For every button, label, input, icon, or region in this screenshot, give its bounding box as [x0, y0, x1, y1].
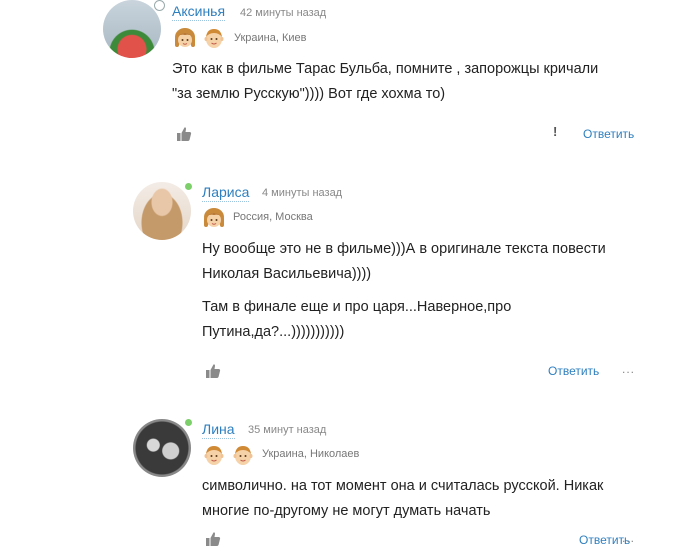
timestamp: 42 минуты назад — [240, 7, 327, 19]
avatar[interactable] — [133, 182, 191, 240]
report-button[interactable]: ! — [553, 124, 557, 139]
comment-text: Ну вообще это не в фильме)))А в оригинал… — [202, 237, 622, 345]
thumbs-up-icon[interactable] — [176, 126, 192, 142]
location: Украина, Киев — [234, 32, 307, 44]
author-name[interactable]: Лина — [202, 421, 235, 439]
comment-paragraph: Это как в фильме Тарас Бульба, помните ,… — [172, 61, 599, 102]
comment-paragraph: Ну вообще это не в фильме)))А в оригинал… — [202, 241, 606, 282]
comment-text: Это как в фильме Тарас Бульба, помните ,… — [172, 57, 612, 107]
boy-badge-icon — [203, 27, 225, 49]
timestamp: 4 минуты назад — [262, 187, 343, 199]
avatar[interactable] — [103, 0, 161, 58]
thumbs-up-icon[interactable] — [205, 363, 221, 379]
comment-paragraph: символично. на тот момент она и считалас… — [202, 478, 604, 519]
more-options-button[interactable]: ... — [622, 362, 635, 376]
author-name[interactable]: Лариса — [202, 184, 250, 202]
location: Украина, Николаев — [262, 448, 360, 460]
location: Россия, Москва — [233, 211, 313, 223]
thumbs-up-icon[interactable] — [205, 531, 221, 547]
comment-paragraph: Там в финале еще и про царя...Наверное,п… — [202, 299, 512, 340]
girl-badge-icon — [203, 207, 225, 229]
online-status — [185, 419, 192, 426]
author-name[interactable]: Аксинья — [172, 3, 226, 21]
clock-icon — [154, 0, 165, 11]
boy-badge-icon — [203, 444, 225, 466]
avatar[interactable] — [133, 419, 191, 477]
reply-button[interactable]: Ответить — [583, 127, 634, 141]
reply-button[interactable]: Ответить — [548, 364, 599, 378]
more-options-button[interactable]: ... — [622, 531, 635, 545]
timestamp: 35 минут назад — [248, 424, 327, 436]
boy-badge-icon — [232, 444, 254, 466]
girl-badge-icon — [174, 27, 196, 49]
online-status — [185, 183, 192, 190]
comment-text: символично. на тот момент она и считалас… — [202, 474, 627, 524]
